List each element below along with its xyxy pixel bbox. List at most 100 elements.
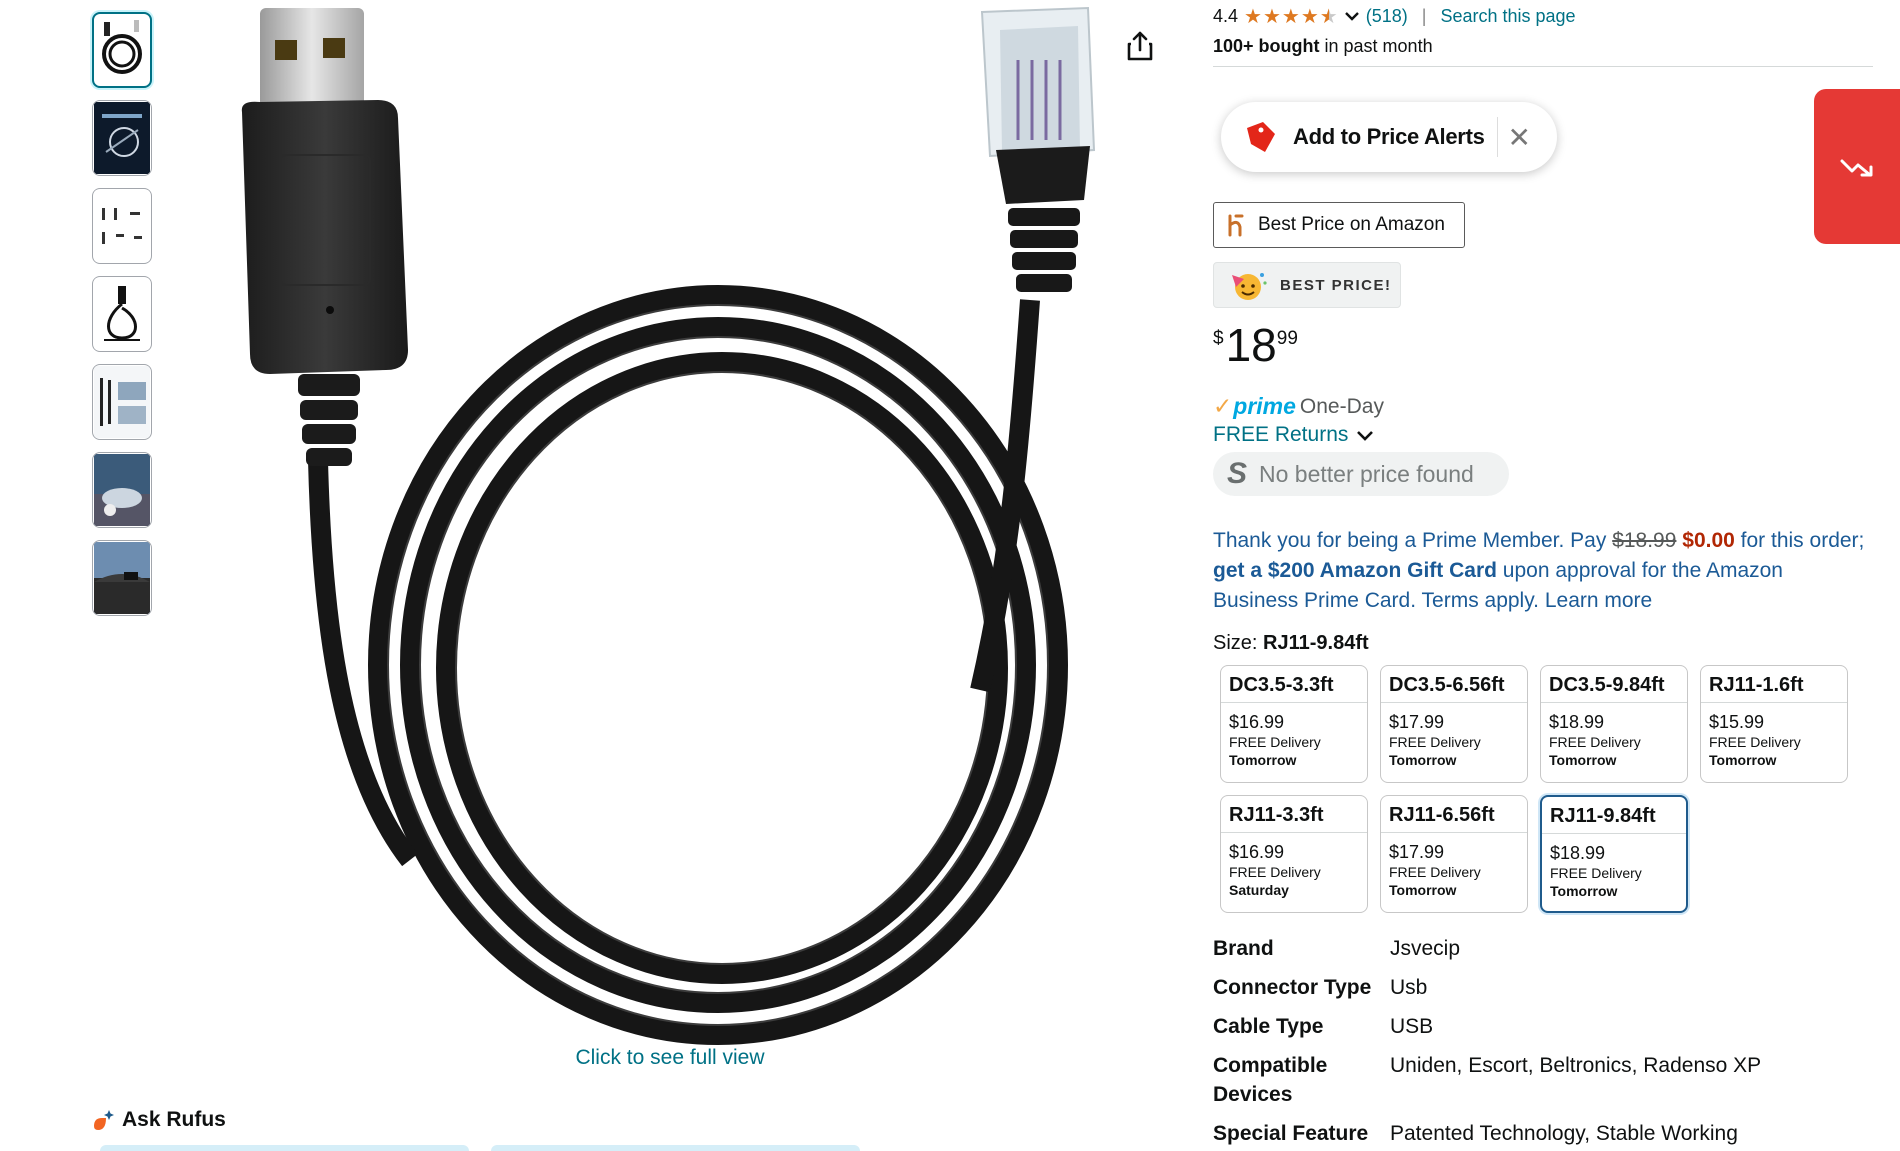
size-option-delivery: FREE Delivery (1550, 865, 1642, 881)
size-option-delivery: FREE Delivery (1389, 864, 1481, 880)
price-alert-label: Add to Price Alerts (1293, 124, 1485, 149)
bought-in-past-month: 100+ bought in past month (1213, 36, 1433, 57)
rufus-icon (94, 1110, 114, 1130)
learn-more-link[interactable]: Learn more (1545, 589, 1652, 612)
size-option-price: $15.99 (1709, 712, 1765, 732)
size-option-price: $18.99 (1550, 843, 1606, 863)
promo-gift-card: get a $200 Amazon Gift Card (1213, 559, 1497, 582)
prime-delivery-row: ✓ prime One-Day (1213, 393, 1384, 420)
half-star-icon: ★ (1319, 5, 1338, 28)
rufus-suggestion-1[interactable] (100, 1145, 469, 1151)
size-option-dc35-6-56ft[interactable]: DC3.5-6.56ft $17.99 FREE Delivery Tomorrow (1380, 665, 1528, 783)
thumbnail-1[interactable] (92, 12, 152, 88)
spec-value: Uniden, Escort, Beltronics, Radenso XP (1390, 1054, 1762, 1077)
star-icon: ★ (1300, 5, 1319, 28)
close-icon[interactable]: ✕ (1508, 121, 1531, 154)
bought-suffix: in past month (1319, 36, 1433, 56)
prime-logo-text: prime (1233, 393, 1296, 419)
size-option-name: DC3.5-6.56ft (1381, 666, 1527, 703)
star-icon: ★ (1244, 5, 1262, 28)
size-options: DC3.5-3.3ft $16.99 FREE Delivery Tomorrow … (1220, 665, 1870, 913)
spec-key: Compatible Devices (1213, 1054, 1328, 1106)
bought-count: 100+ bought (1213, 36, 1320, 56)
prime-logo: ✓ prime (1213, 393, 1296, 420)
size-option-when: Tomorrow (1549, 752, 1617, 768)
prime-card-promo[interactable]: Thank you for being a Prime Member. Pay … (1213, 526, 1873, 616)
size-option-price: $18.99 (1549, 712, 1605, 732)
size-option-when: Saturday (1229, 882, 1289, 898)
trend-down-icon (1840, 159, 1873, 176)
rufus-suggestion-bars (100, 1145, 860, 1151)
star-rating[interactable]: ★ ★ ★ ★ ★ (1244, 7, 1338, 27)
size-option-rj11-9-84ft-selected[interactable]: RJ11-9.84ft $18.99 FREE Delivery Tomorrow (1540, 795, 1688, 913)
size-label: Size: RJ11-9.84ft (1213, 632, 1369, 655)
size-option-rj11-3-3ft[interactable]: RJ11-3.3ft $16.99 FREE Delivery Saturday (1220, 795, 1368, 913)
size-option-delivery: FREE Delivery (1229, 734, 1321, 750)
size-option-name: DC3.5-3.3ft (1221, 666, 1367, 703)
size-option-when: Tomorrow (1550, 883, 1618, 899)
share-button[interactable] (1120, 26, 1160, 66)
section-divider (1213, 66, 1873, 67)
size-option-delivery: FREE Delivery (1229, 864, 1321, 880)
search-this-page-link[interactable]: Search this page (1440, 6, 1575, 27)
size-option-price: $17.99 (1389, 712, 1445, 732)
spec-row-connector-type: Connector Type Usb (1213, 973, 1873, 1002)
rating-count-link[interactable]: (518) (1366, 6, 1408, 27)
size-selected-value: RJ11-9.84ft (1263, 632, 1369, 654)
size-option-when: Tomorrow (1389, 882, 1457, 898)
main-product-image[interactable] (210, 0, 1130, 1050)
spec-row-brand: Brand Jsvecip (1213, 934, 1873, 963)
rating-row: 4.4 ★ ★ ★ ★ ★ (518) | Search this page (1213, 6, 1576, 27)
ask-rufus[interactable]: Ask Rufus (92, 1108, 226, 1132)
free-returns-label: FREE Returns (1213, 423, 1349, 446)
rufus-suggestion-2[interactable] (491, 1145, 860, 1151)
add-to-price-alerts-button[interactable]: Add to Price Alerts ✕ (1221, 102, 1557, 172)
full-view-link[interactable]: Click to see full view (540, 1046, 800, 1070)
promo-old-price: $18.99 (1612, 529, 1677, 552)
spec-key: Cable Type (1213, 1015, 1324, 1038)
delivery-speed: One-Day (1299, 394, 1384, 418)
star-icon: ★ (1281, 5, 1300, 28)
chevron-down-icon[interactable] (1344, 9, 1360, 25)
free-returns-link[interactable]: FREE Returns (1213, 423, 1374, 447)
thumbnail-4[interactable] (92, 276, 152, 352)
size-option-delivery: FREE Delivery (1709, 734, 1801, 750)
size-option-name: DC3.5-9.84ft (1541, 666, 1687, 703)
size-option-price: $16.99 (1229, 842, 1285, 862)
no-better-price-label: No better price found (1259, 460, 1474, 487)
best-price-on-amazon-label: Best Price on Amazon (1258, 214, 1445, 235)
thumbnail-2[interactable] (92, 100, 152, 176)
price-tag-icon (1247, 122, 1275, 152)
promo-text-2: for this order; (1734, 529, 1865, 552)
size-option-rj11-6-56ft[interactable]: RJ11-6.56ft $17.99 FREE Delivery Tomorrow (1380, 795, 1528, 913)
spec-value: Usb (1390, 976, 1428, 999)
keepa-icon (1228, 214, 1244, 237)
thumbnail-6[interactable] (92, 452, 152, 528)
thumbnail-7[interactable] (92, 540, 152, 616)
product-specs-table: Brand Jsvecip Connector Type Usb Cable T… (1213, 934, 1873, 1151)
spec-value: Jsvecip (1390, 937, 1461, 960)
size-option-price: $16.99 (1229, 712, 1285, 732)
size-option-name: RJ11-3.3ft (1221, 796, 1367, 833)
thumbnail-5[interactable] (92, 364, 152, 440)
size-option-dc35-3-3ft[interactable]: DC3.5-3.3ft $16.99 FREE Delivery Tomorrow (1220, 665, 1368, 783)
chevron-down-icon (1357, 431, 1374, 441)
spec-key: Connector Type (1213, 976, 1372, 999)
star-icon: ★ (1262, 5, 1281, 28)
spec-key: Special Feature (1213, 1122, 1369, 1145)
cable-illustration (241, 6, 1096, 1045)
size-option-delivery: FREE Delivery (1389, 734, 1481, 750)
best-price-on-amazon-badge[interactable]: Best Price on Amazon (1213, 202, 1465, 248)
party-face-icon (1232, 273, 1267, 300)
size-option-dc35-9-84ft[interactable]: DC3.5-9.84ft $18.99 FREE Delivery Tomorrow (1540, 665, 1688, 783)
price-display: $ 18 99 (1213, 322, 1298, 368)
price-alert-separator (1496, 117, 1498, 157)
spec-value: Patented Technology, Stable Working (1390, 1122, 1738, 1145)
size-option-rj11-1-6ft[interactable]: RJ11-1.6ft $15.99 FREE Delivery Tomorrow (1700, 665, 1848, 783)
size-label-prefix: Size: (1213, 632, 1264, 654)
price-drop-tab[interactable] (1814, 89, 1900, 244)
s-logo-icon: S (1227, 457, 1248, 490)
divider-pipe: | (1421, 6, 1427, 26)
promo-text-1: Thank you for being a Prime Member. Pay (1213, 529, 1613, 552)
thumbnail-3[interactable] (92, 188, 152, 264)
